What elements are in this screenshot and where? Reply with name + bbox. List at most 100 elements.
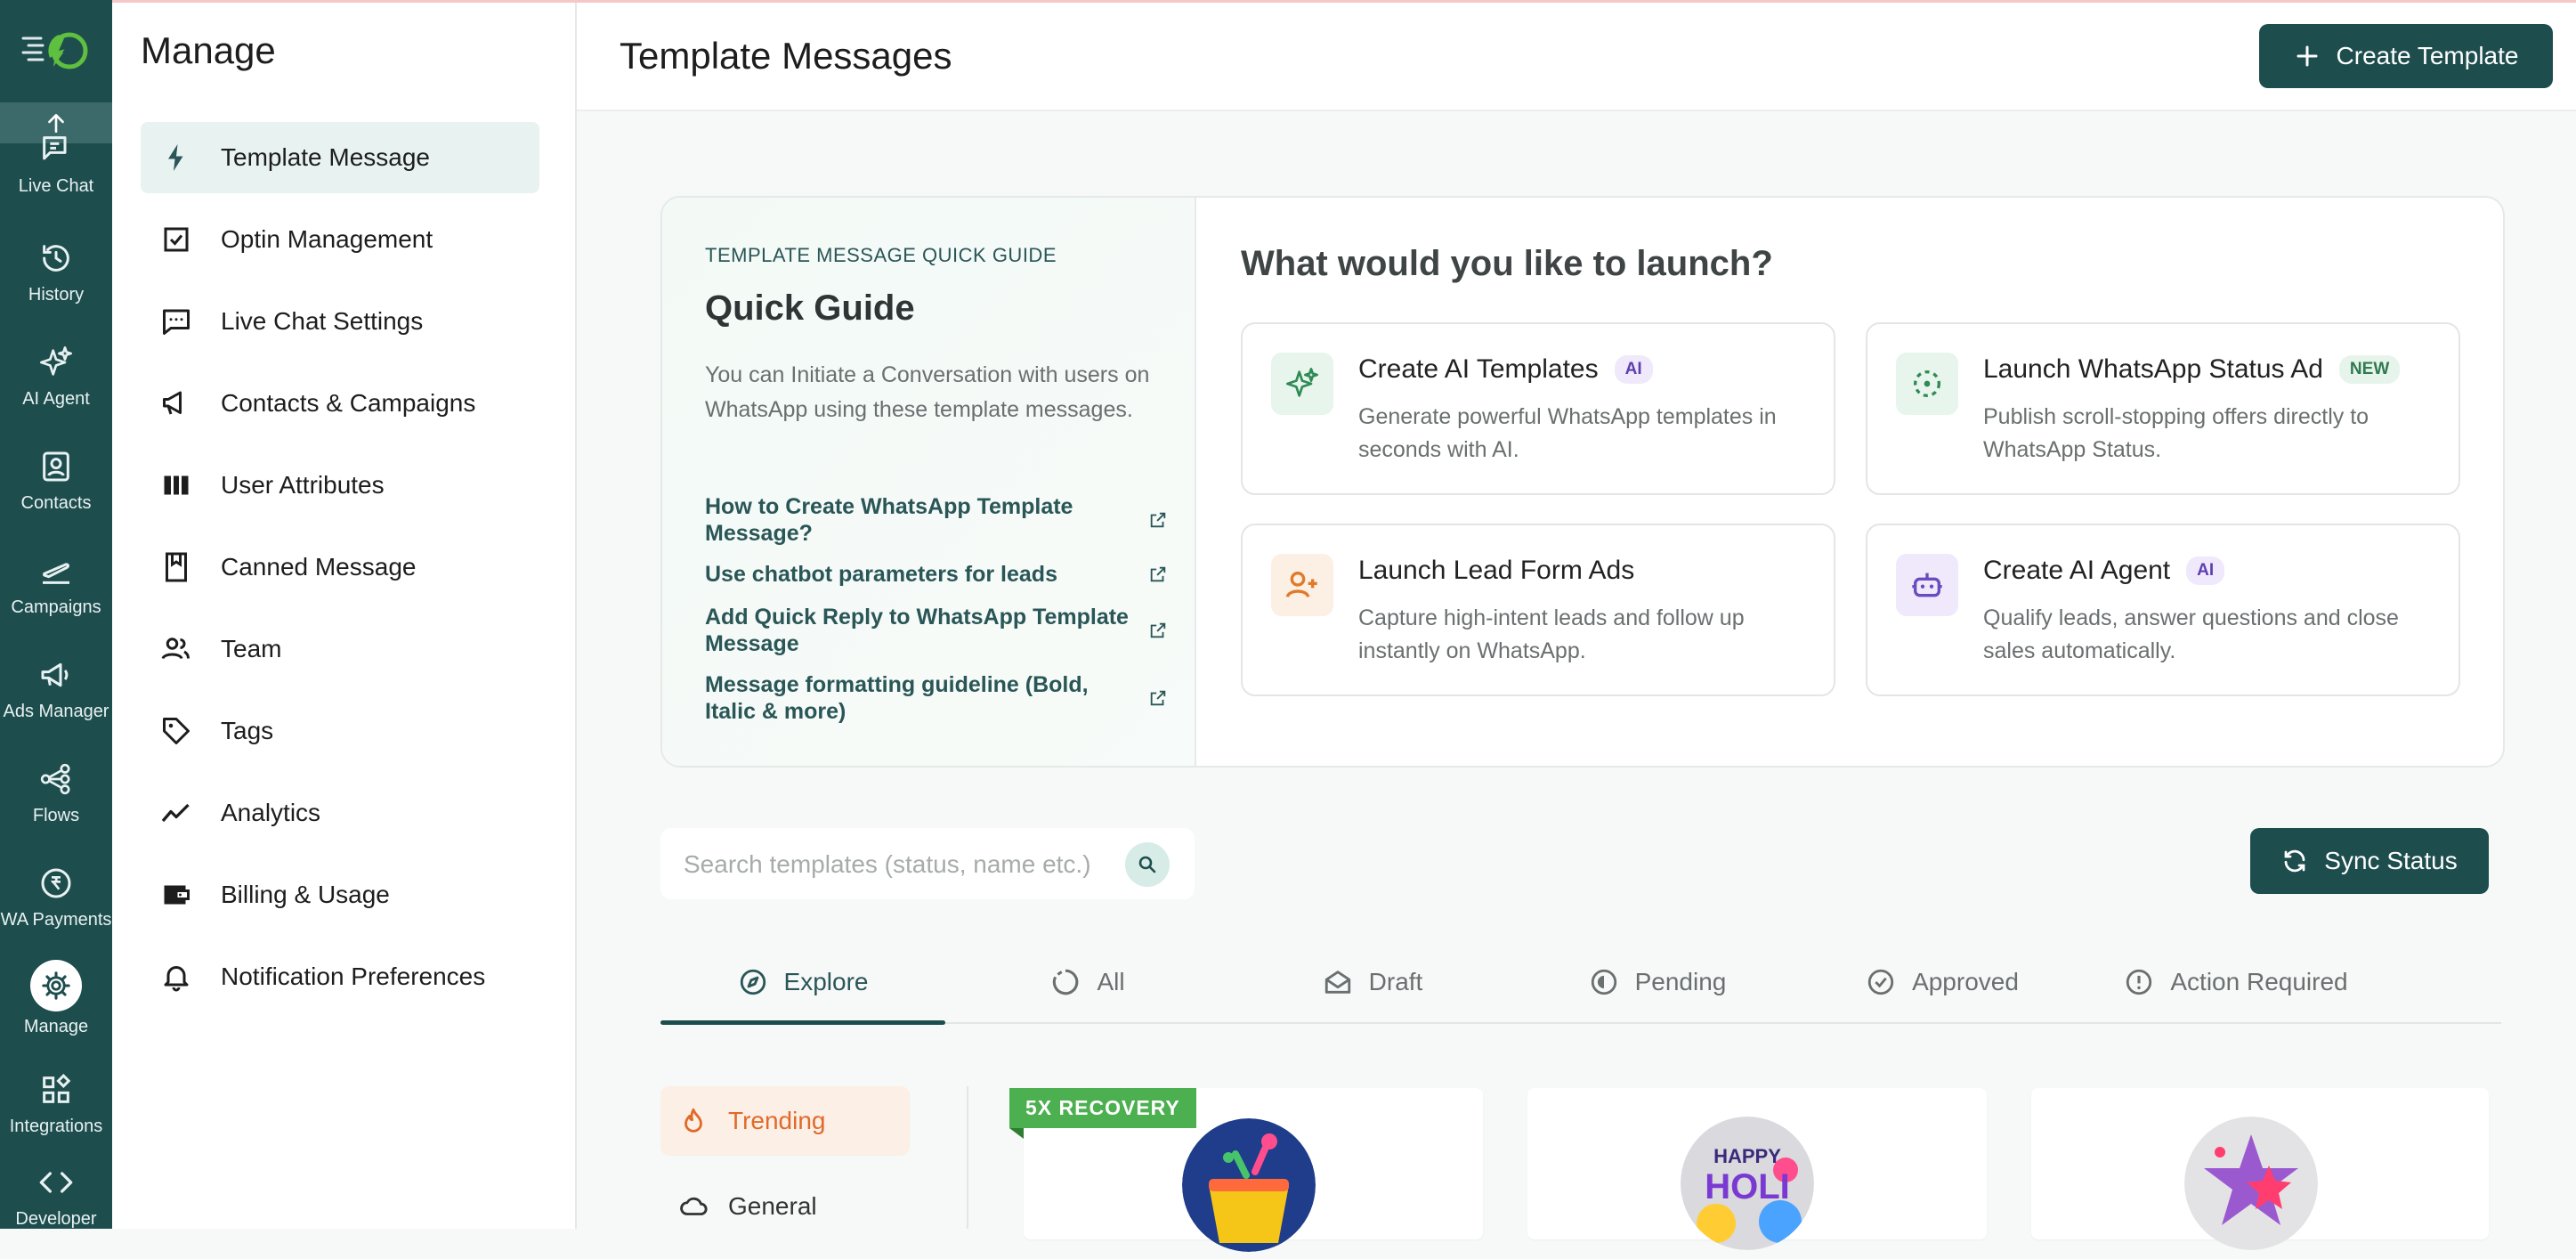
integrations-icon xyxy=(43,1073,71,1103)
tab-all[interactable]: All xyxy=(945,942,1230,1022)
page-title: Template Messages xyxy=(620,35,952,77)
rail-item-manage[interactable]: Manage xyxy=(0,960,112,1054)
create-template-button[interactable]: Create Template xyxy=(2259,24,2553,88)
category-general[interactable]: General xyxy=(660,1172,910,1241)
rail-item-label: Contacts xyxy=(20,493,92,513)
launch-card-ai-templates[interactable]: Create AI Templates AI Generate powerful… xyxy=(1241,322,1835,495)
tab-label: Approved xyxy=(1912,968,2019,995)
rail-item-developer[interactable]: Developer xyxy=(0,1165,112,1259)
tab-approved[interactable]: Approved xyxy=(1800,942,2085,1022)
quick-guide-eyebrow: TEMPLATE MESSAGE QUICK GUIDE xyxy=(705,244,1057,266)
contacts-icon xyxy=(43,451,69,482)
rail-item-ai-agent[interactable]: AI Agent xyxy=(0,345,112,439)
trend-icon xyxy=(161,803,190,823)
manage-item-team[interactable]: Team xyxy=(141,613,539,685)
team-icon xyxy=(161,638,190,660)
columns-icon xyxy=(164,475,189,495)
tab-action-required[interactable]: Action Required xyxy=(2085,942,2387,1022)
manage-item-label: Canned Message xyxy=(221,553,417,581)
guide-link-label: Add Quick Reply to WhatsApp Template Mes… xyxy=(705,605,1129,656)
launch-card-description: Generate powerful WhatsApp templates in … xyxy=(1358,404,1777,462)
guide-link-chatbot-parameters[interactable]: Use chatbot parameters for leads xyxy=(705,561,1168,588)
launch-card-lead-form-ads[interactable]: Launch Lead Form Ads Capture high-intent… xyxy=(1241,524,1835,696)
guide-link-label: Use chatbot parameters for leads xyxy=(705,562,1057,587)
sparkle-icon xyxy=(1271,353,1333,415)
search-input[interactable] xyxy=(682,828,1113,901)
rail-item-flows[interactable]: Flows xyxy=(0,761,112,856)
guide-link-formatting[interactable]: Message formatting guideline (Bold, Ital… xyxy=(705,671,1168,725)
tab-explore[interactable]: Explore xyxy=(660,942,945,1025)
manage-item-label: Notification Preferences xyxy=(221,963,486,990)
rail-item-label: History xyxy=(28,285,85,305)
ai-badge: AI xyxy=(1614,355,1653,384)
template-card[interactable]: HAPPY HOLI xyxy=(1527,1088,1987,1250)
manage-item-label: Tags xyxy=(221,717,274,744)
wallet-icon xyxy=(164,885,190,905)
template-card[interactable] xyxy=(2031,1088,2489,1250)
launch-card-title-row: Launch Lead Form Ads xyxy=(1358,556,1634,586)
manage-item-user-attributes[interactable]: User Attributes xyxy=(141,450,539,521)
happy-holi-illustration: HAPPY HOLI xyxy=(1681,1117,1814,1250)
ai-badge: AI xyxy=(2186,556,2225,585)
manage-item-notification-preferences[interactable]: Notification Preferences xyxy=(141,941,539,1012)
create-template-label: Create Template xyxy=(2336,42,2519,69)
manage-item-analytics[interactable]: Analytics xyxy=(141,777,539,849)
rail-item-contacts[interactable]: Contacts xyxy=(0,449,112,543)
launch-card-title-row: Create AI Agent AI xyxy=(1983,556,2225,586)
manage-item-label: Team xyxy=(221,635,282,662)
guide-link-label: How to Create WhatsApp Template Message? xyxy=(705,494,1073,546)
gift-bucket-illustration xyxy=(1182,1118,1316,1252)
launch-card-ai-agent[interactable]: Create AI Agent AI Qualify leads, answer… xyxy=(1866,524,2460,696)
rupee-icon xyxy=(41,868,71,898)
rail-item-label: Flows xyxy=(32,806,80,825)
search-icon xyxy=(1138,856,1156,873)
tab-draft[interactable]: Draft xyxy=(1230,942,1515,1022)
manage-item-template-message[interactable]: Template Message xyxy=(141,122,539,193)
envelope-open-icon xyxy=(1324,971,1350,994)
tab-label: Draft xyxy=(1368,968,1423,995)
tab-label: All xyxy=(1097,968,1125,995)
quick-guide-description: You can Initiate a Conversation with use… xyxy=(705,362,1150,422)
guide-link-label: Message formatting guideline (Bold, Ital… xyxy=(705,672,1089,724)
guide-link-create-template[interactable]: How to Create WhatsApp Template Message? xyxy=(705,493,1168,547)
rail-item-live-chat[interactable]: Live Chat xyxy=(0,134,112,228)
quick-guide-panel: TEMPLATE MESSAGE QUICK GUIDE Quick Guide… xyxy=(662,198,1196,766)
quick-guide-title: Quick Guide xyxy=(705,288,915,328)
category-label: Trending xyxy=(728,1107,826,1134)
tab-label: Explore xyxy=(783,968,869,995)
tab-pending[interactable]: Pending xyxy=(1515,942,1800,1022)
primary-rail: Live Chat History AI Agent Contacts Camp… xyxy=(0,0,112,1229)
external-link-icon xyxy=(1150,622,1166,638)
sync-status-label: Sync Status xyxy=(2324,847,2458,874)
rail-item-wa-payments[interactable]: WA Payments xyxy=(0,865,112,960)
code-icon xyxy=(39,1172,73,1193)
manage-item-billing-usage[interactable]: Billing & Usage xyxy=(141,859,539,930)
manage-item-contacts-campaigns[interactable]: Contacts & Campaigns xyxy=(141,368,539,439)
rail-item-ads-manager[interactable]: Ads Manager xyxy=(0,657,112,751)
manage-item-live-chat-settings[interactable]: Live Chat Settings xyxy=(141,286,539,357)
rail-item-integrations[interactable]: Integrations xyxy=(0,1072,112,1166)
bell-icon xyxy=(164,966,189,992)
manage-item-tags[interactable]: Tags xyxy=(141,695,539,767)
gear-icon xyxy=(42,971,70,1000)
manage-item-optin-management[interactable]: Optin Management xyxy=(141,204,539,275)
app-logo[interactable] xyxy=(0,20,112,80)
chat-icon xyxy=(43,136,67,160)
color-burst-illustration xyxy=(2184,1117,2318,1250)
guide-link-quick-reply[interactable]: Add Quick Reply to WhatsApp Template Mes… xyxy=(705,604,1168,657)
plane-icon xyxy=(43,563,69,584)
manage-item-label: Billing & Usage xyxy=(221,881,390,908)
launch-card-status-ad[interactable]: Launch WhatsApp Status Ad NEW Publish sc… xyxy=(1866,322,2460,495)
manage-item-label: Contacts & Campaigns xyxy=(221,389,476,417)
search-button[interactable] xyxy=(1125,842,1170,887)
rail-item-label: Developer xyxy=(15,1209,97,1229)
template-card[interactable]: 5X RECOVERY xyxy=(1009,1088,1483,1252)
launch-card-title-row: Create AI Templates AI xyxy=(1358,354,1653,385)
rail-item-campaigns[interactable]: Campaigns xyxy=(0,553,112,647)
template-search xyxy=(660,828,1195,901)
sync-status-button[interactable]: Sync Status xyxy=(2250,828,2489,894)
manage-item-canned-message[interactable]: Canned Message xyxy=(141,532,539,603)
manage-item-label: Optin Management xyxy=(221,225,433,253)
rail-item-history[interactable]: History xyxy=(0,240,112,335)
category-trending[interactable]: Trending xyxy=(660,1086,910,1156)
